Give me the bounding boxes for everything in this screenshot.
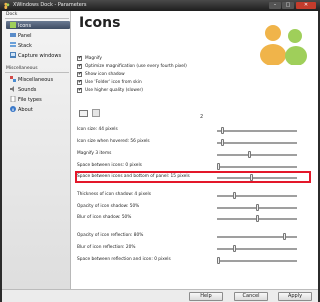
- slider-thumb[interactable]: [217, 163, 220, 170]
- slider-thumb[interactable]: [248, 151, 252, 158]
- slider-thumb[interactable]: [220, 139, 224, 146]
- slider-thumb[interactable]: [232, 245, 236, 252]
- sidebar-item-label: Sounds: [18, 86, 37, 93]
- slider-label: Opacity of icon shadow: 50%: [77, 204, 140, 209]
- slider-reflection-blur: Blur of icon reflection: 20%: [77, 244, 313, 253]
- slider-track[interactable]: [217, 166, 297, 168]
- sidebar-item-miscellaneous[interactable]: Miscellaneous: [6, 75, 70, 83]
- slider-thumb[interactable]: [220, 127, 224, 134]
- parameters-window: XWindows Dock - Parameters – □ ✕ Dock Ic…: [0, 0, 320, 302]
- divider: [5, 18, 69, 19]
- sidebar-item-label: Panel: [18, 32, 32, 39]
- check-icon: ✔: [78, 63, 83, 69]
- divider: [5, 72, 69, 73]
- sidebar-item-label: Miscellaneous: [18, 76, 54, 83]
- checkbox-magnify[interactable]: ✔: [77, 55, 83, 61]
- slider-thumb[interactable]: [256, 215, 259, 222]
- minimize-button[interactable]: –: [269, 2, 281, 9]
- slider-thumb[interactable]: [232, 192, 236, 199]
- sidebar-item-label: About: [18, 106, 33, 113]
- sidebar-item-capture-windows[interactable]: Capture windows: [6, 51, 70, 59]
- slider-label: Icon size when hovered: 56 pixels: [77, 139, 150, 144]
- slider-label: Blur of icon reflection: 20%: [77, 245, 136, 250]
- highlight-box: [75, 171, 311, 183]
- slider-icon-size-hovered: Icon size when hovered: 56 pixels: [77, 138, 313, 147]
- sidebar-item-stack[interactable]: Stack: [6, 41, 70, 49]
- slider-shadow-blur: Blur of icon shadow: 50%: [77, 214, 313, 223]
- slider-reflection-space: Space between reflection and icon: 0 pix…: [77, 256, 313, 265]
- slider-label: Magnify 3 items: [77, 151, 112, 156]
- maximize-button[interactable]: □: [282, 2, 294, 9]
- slider-track[interactable]: [217, 142, 297, 144]
- slider-icon-size: Icon size: 44 pixels: [77, 126, 313, 135]
- slider-label: Icon size: 44 pixels: [77, 127, 118, 132]
- slider-label: Opacity of icon reflection: 80%: [77, 233, 144, 238]
- slider-shadow-opacity: Opacity of icon shadow: 50%: [77, 203, 313, 212]
- check-icon: ✔: [78, 55, 83, 61]
- slider-thumb[interactable]: [217, 257, 220, 264]
- check-icon: ✔: [78, 87, 83, 93]
- dock-people-logo: [260, 25, 307, 65]
- sidebar-item-label: Stack: [18, 42, 32, 49]
- slider-label: Thickness of icon shadow: 4 pixels: [77, 192, 151, 197]
- checkbox-label: Use higher quality (slower): [85, 88, 143, 93]
- slider-track[interactable]: [217, 248, 297, 250]
- sidebar-item-icons[interactable]: Icons: [6, 21, 70, 29]
- slider-track[interactable]: [217, 154, 297, 156]
- color-swatch[interactable]: [79, 110, 88, 117]
- sidebar-item-panel[interactable]: Panel: [6, 31, 70, 39]
- panel-icon: [10, 33, 16, 37]
- sidebar-item-file-types[interactable]: File types: [6, 95, 70, 103]
- sidebar-item-about[interactable]: About: [6, 105, 70, 113]
- color-picker-button[interactable]: [92, 109, 100, 117]
- checkbox-optimize-magnification[interactable]: ✔: [77, 63, 83, 69]
- sidebar-item-label: Capture windows: [18, 52, 62, 59]
- icons-icon: [10, 22, 16, 28]
- cancel-button[interactable]: Cancel: [234, 292, 268, 301]
- slider-label: Space between reflection and icon: 0 pix…: [77, 257, 171, 262]
- checkbox-label: Magnify: [85, 56, 102, 61]
- checkbox-higher-quality[interactable]: ✔: [77, 87, 83, 93]
- close-button[interactable]: ✕: [296, 2, 316, 9]
- check-icon: ✔: [78, 79, 83, 85]
- checkbox-show-icon-shadow[interactable]: ✔: [77, 71, 83, 77]
- sidebar-item-label: File types: [18, 96, 42, 103]
- slider-label: Space between icons: 0 pixels: [77, 163, 142, 168]
- dialog-footer: Help Cancel Apply: [2, 289, 318, 302]
- slider-label: Blur of icon shadow: 50%: [77, 215, 132, 220]
- slider-track[interactable]: [217, 130, 297, 132]
- sidebar: Dock Icons Panel Stack Capture windows M…: [2, 11, 71, 289]
- sidebar-section-misc: Miscellaneous: [6, 66, 38, 71]
- file-types-icon: [10, 96, 16, 102]
- apply-button[interactable]: Apply: [278, 292, 312, 301]
- slider-track[interactable]: [217, 195, 297, 197]
- checkbox-use-folder-icon[interactable]: ✔: [77, 79, 83, 85]
- slider-thumb[interactable]: [256, 204, 259, 211]
- checkbox-label: Show icon shadow: [85, 72, 125, 77]
- slider-thumb[interactable]: [283, 233, 287, 240]
- capture-windows-icon: [10, 52, 16, 58]
- slider-magnify-items: Magnify 3 items: [77, 150, 313, 159]
- slider-track[interactable]: [217, 260, 297, 262]
- sidebar-item-sounds[interactable]: Sounds: [6, 85, 70, 93]
- misc-icon: [10, 76, 16, 82]
- sidebar-section-dock: Dock: [6, 12, 18, 17]
- page-title: Icons: [79, 15, 121, 31]
- color-value: 2: [200, 114, 204, 120]
- slider-reflection-opacity: Opacity of icon reflection: 80%: [77, 232, 313, 241]
- sidebar-item-label: Icons: [18, 22, 32, 29]
- sounds-icon: [10, 86, 14, 92]
- about-icon: [10, 106, 16, 112]
- stack-icon: [10, 42, 16, 47]
- title-bar[interactable]: XWindows Dock - Parameters – □ ✕: [0, 0, 320, 11]
- window-title: XWindows Dock - Parameters: [13, 2, 87, 8]
- slider-space-between-icons: Space between icons: 0 pixels: [77, 162, 313, 171]
- checkbox-label: Optimize magnification (use every fourth…: [85, 64, 187, 69]
- check-icon: ✔: [78, 71, 83, 77]
- slider-shadow-thickness: Thickness of icon shadow: 4 pixels: [77, 191, 313, 200]
- checkbox-label: Use 'Folder' icon from skin: [85, 80, 142, 85]
- app-icon: [4, 2, 10, 9]
- help-button[interactable]: Help: [189, 292, 223, 301]
- main-panel: Icons ✔ Magnify ✔ Optimize magnification…: [71, 11, 318, 289]
